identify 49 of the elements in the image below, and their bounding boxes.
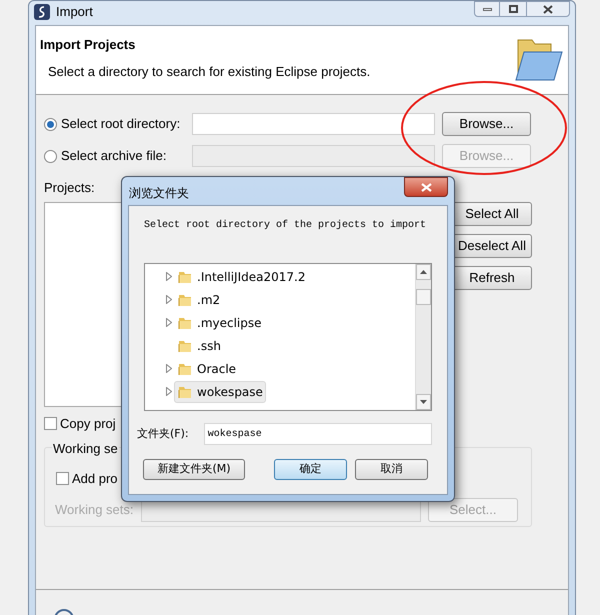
path-field[interactable] [192,145,435,167]
dialog-button[interactable]: 取消 [355,459,428,480]
tree-item[interactable]: .ssh [174,334,224,356]
dialog-button[interactable]: 新建文件夹(M) [143,459,245,480]
radio-button[interactable] [44,150,57,162]
scrollbar[interactable] [415,264,431,410]
close-icon [543,4,553,14]
copy-checkbox[interactable] [44,416,57,430]
add-label: Add pro [72,470,118,488]
radio-label: Select archive file: [61,147,168,166]
dialog-button[interactable]: 确定 [274,459,347,480]
expand-arrow-icon[interactable] [166,272,172,281]
expand-arrow-icon[interactable] [166,318,172,327]
path-field[interactable] [192,113,435,135]
projects-label: Projects: [44,179,95,197]
maximize-button[interactable] [500,1,526,17]
tree-item[interactable]: wokespase [174,380,266,402]
radio-button[interactable] [44,118,57,130]
minimize-button[interactable] [474,1,500,17]
tree-item[interactable]: .IntelliJIdea2017.2 [174,266,308,288]
folder-tree[interactable]: .IntelliJIdea2017.2 .m2 .myeclipse .ssh Oracle wokespase [144,263,432,411]
window-title: Import [56,3,93,22]
page-description: Select a directory to search for existing Eclipse projects. [48,62,370,81]
scroll-thumb[interactable] [416,289,431,305]
browse-button[interactable]: Browse... [442,112,531,136]
dialog-title: 浏览文件夹 [129,185,189,202]
page-title: Import Projects [40,36,136,54]
copy-label: Copy proj [60,414,116,433]
list-action-button[interactable]: Refresh [452,266,532,290]
expand-arrow-icon[interactable] [166,364,172,373]
list-action-button[interactable]: Select All [452,202,532,226]
list-action-button[interactable]: Deselect All [452,234,532,258]
working-sets-label: Working sets: [55,500,135,519]
tree-item[interactable]: Oracle [174,358,240,380]
dialog-instruction: Select root directory of the projects to import [144,218,428,233]
folder-field[interactable]: wokespase [204,423,432,445]
app-icon [34,4,50,20]
expand-arrow-icon[interactable] [166,295,172,304]
close-button[interactable] [526,1,570,17]
close-button[interactable] [404,177,448,197]
tree-item[interactable]: .m2 [174,288,224,310]
scroll-down-icon[interactable] [420,400,427,404]
radio-label: Select root directory: [61,115,182,134]
expand-arrow-icon[interactable] [166,387,172,396]
add-checkbox[interactable] [56,472,69,486]
folder-label: 文件夹(F): [137,426,190,442]
tree-item[interactable]: .myeclipse [174,312,265,334]
scroll-up-icon[interactable] [420,270,427,274]
close-icon [420,182,432,192]
